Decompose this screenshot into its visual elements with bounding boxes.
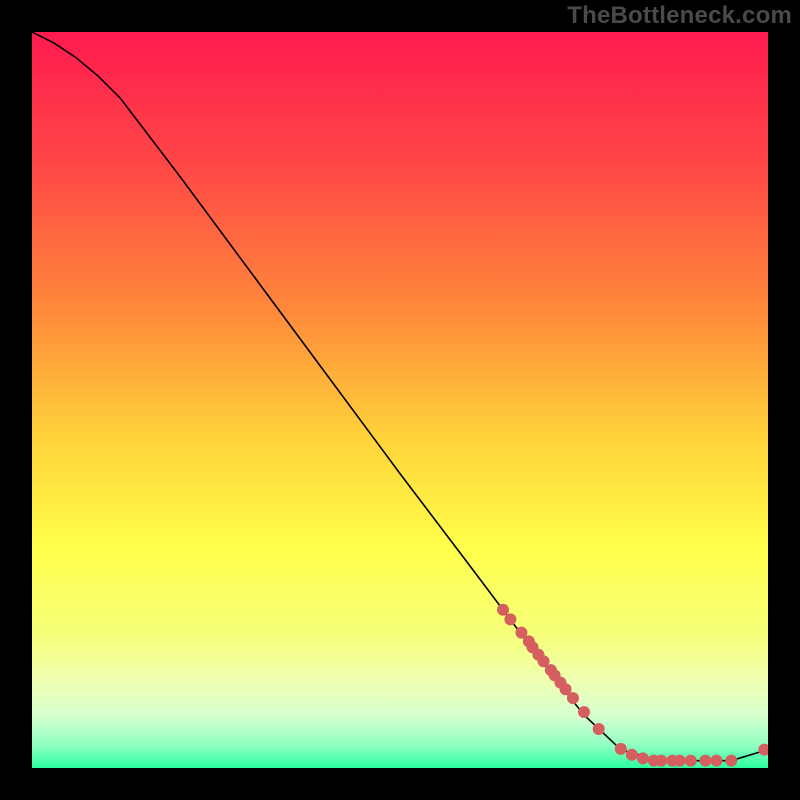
marker-point bbox=[497, 604, 509, 616]
marker-point bbox=[699, 755, 711, 767]
chart-frame: TheBottleneck.com bbox=[0, 0, 800, 800]
marker-point bbox=[567, 692, 579, 704]
marker-point bbox=[626, 749, 638, 761]
bottleneck-chart bbox=[32, 32, 768, 768]
marker-point bbox=[710, 755, 722, 767]
marker-point bbox=[725, 755, 737, 767]
marker-point bbox=[637, 752, 649, 764]
gradient-rect bbox=[32, 32, 768, 768]
marker-point bbox=[674, 755, 686, 767]
marker-point bbox=[504, 613, 516, 625]
marker-point bbox=[615, 743, 627, 755]
marker-point bbox=[655, 755, 667, 767]
marker-point bbox=[593, 723, 605, 735]
watermark-text: TheBottleneck.com bbox=[567, 2, 792, 30]
marker-point bbox=[578, 706, 590, 718]
marker-point bbox=[685, 755, 697, 767]
